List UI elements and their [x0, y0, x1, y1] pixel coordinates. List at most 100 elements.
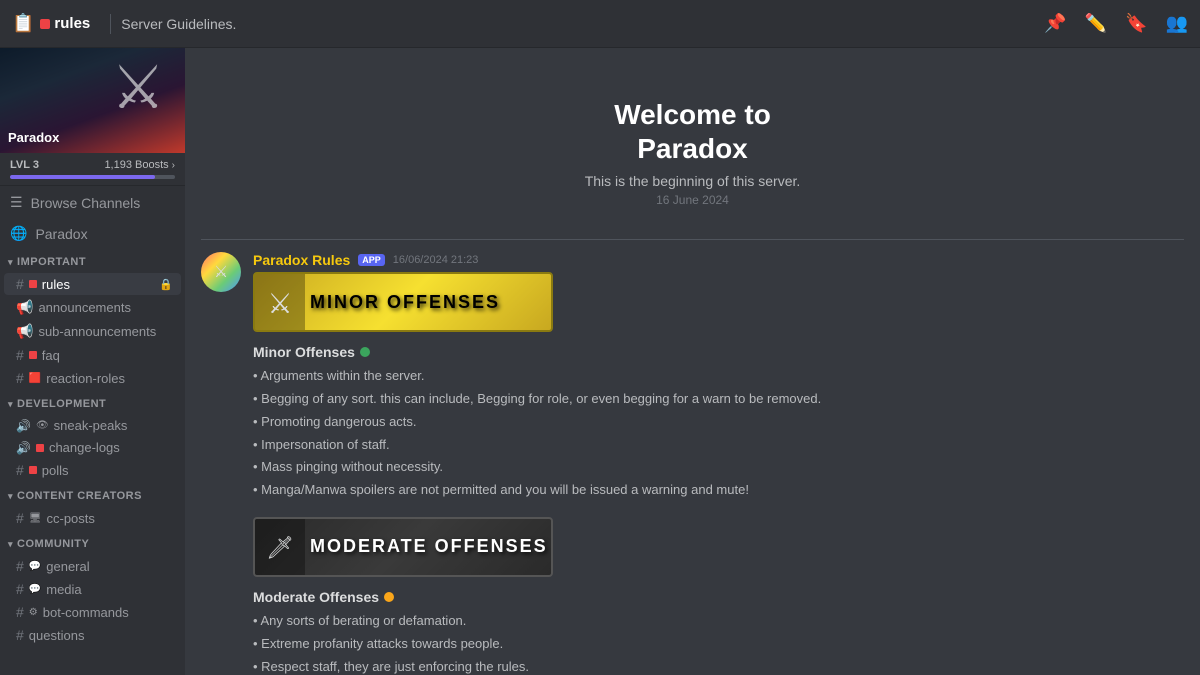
- hash-icon: #: [16, 510, 24, 526]
- bookmark-icon[interactable]: 🔖: [1125, 13, 1147, 34]
- boost-bar: LVL 3 1,193 Boosts ›: [0, 153, 185, 186]
- channel-item-bot-commands[interactable]: # ⚙ bot-commands: [4, 601, 181, 623]
- channel-emoji: 👁: [36, 420, 49, 431]
- welcome-section: Welcome to Paradox This is the beginning…: [201, 68, 1184, 227]
- avatar: ⚔: [201, 252, 241, 292]
- boost-progress-fill: [10, 175, 155, 179]
- edit-icon[interactable]: ✏️: [1085, 13, 1107, 34]
- chat-divider: [201, 239, 1184, 240]
- channel-item-announcements[interactable]: 📢 announcements: [4, 296, 181, 319]
- channel-red-square: [29, 351, 37, 359]
- channel-item-general[interactable]: # 💬 general: [4, 555, 181, 577]
- message-timestamp: 16/06/2024 21:23: [393, 254, 479, 266]
- section-label: DEVELOPMENT: [17, 398, 106, 410]
- message-content: Paradox Rules APP 16/06/2024 21:23 ⚔ MIN…: [253, 252, 1184, 675]
- channel-name: rules: [42, 277, 70, 292]
- channel-name: faq: [42, 348, 60, 363]
- hash-icon: 📋: [12, 13, 34, 34]
- channel-name: media: [46, 582, 81, 597]
- channel-emoji: 💬: [29, 561, 41, 572]
- hash-icon: #: [16, 581, 24, 597]
- chat-area: Welcome to Paradox This is the beginning…: [185, 48, 1200, 675]
- channel-emoji: ⚙: [29, 607, 38, 618]
- hash-icon: #: [16, 604, 24, 620]
- channel-emoji: 💬: [29, 584, 41, 595]
- moderate-offenses-section: Moderate Offenses • Any sorts of beratin…: [253, 589, 893, 675]
- channel-red-square: [29, 280, 37, 288]
- channel-red-square: [29, 466, 37, 474]
- channel-item-cc-posts[interactable]: # 🖥 cc-posts: [4, 507, 181, 529]
- browse-channels-label: Browse Channels: [31, 195, 141, 211]
- section-header-development[interactable]: ▾ DEVELOPMENT: [0, 394, 185, 414]
- channel-item-faq[interactable]: # faq: [4, 344, 181, 366]
- channel-item-questions[interactable]: # questions: [4, 624, 181, 646]
- server-banner: ⚔ Paradox: [0, 48, 185, 153]
- lock-icon: 🔒: [159, 278, 173, 291]
- channel-name: sub-announcements: [38, 324, 156, 339]
- hash-icon: #: [16, 370, 24, 386]
- section-header-community[interactable]: ▾ COMMUNITY: [0, 534, 185, 554]
- channel-red-square: [40, 19, 50, 29]
- banner-character: ⚔: [111, 53, 165, 123]
- hash-icon: #: [16, 276, 24, 292]
- yellow-dot-icon: [384, 592, 394, 602]
- channel-name: reaction-roles: [46, 371, 125, 386]
- server-menu-icon: 🌐: [10, 225, 27, 242]
- channel-item-sneak-peaks[interactable]: 🔊 👁 sneak-peaks: [4, 415, 181, 436]
- section-important: ▾ IMPORTANT # rules 🔒 📢 announcements 📢 …: [0, 252, 185, 390]
- megaphone-icon: 📢: [16, 323, 33, 340]
- section-label: CONTENT CREATORS: [17, 490, 142, 502]
- banner-char-icon: 🗡: [255, 519, 305, 577]
- channel-item-polls[interactable]: # polls: [4, 459, 181, 481]
- section-header-content-creators[interactable]: ▾ CONTENT CREATORS: [0, 486, 185, 506]
- boost-level: LVL 3: [10, 159, 39, 171]
- section-arrow-icon: ▾: [8, 539, 13, 550]
- channel-name: general: [46, 559, 89, 574]
- message: ⚔ Paradox Rules APP 16/06/2024 21:23 ⚔ M…: [201, 252, 1184, 675]
- channel-item-reaction-roles[interactable]: # 🟥 reaction-roles: [4, 367, 181, 389]
- section-community: ▾ COMMUNITY # 💬 general # 💬 media # ⚙ bo…: [0, 534, 185, 647]
- welcome-subtitle: This is the beginning of this server.: [201, 173, 1184, 189]
- channel-emoji: 🖥: [29, 513, 42, 524]
- boost-info: LVL 3 1,193 Boosts ›: [10, 159, 175, 171]
- section-content-creators: ▾ CONTENT CREATORS # 🖥 cc-posts: [0, 486, 185, 530]
- megaphone-icon: 📢: [16, 299, 33, 316]
- main-layout: ⚔ Paradox LVL 3 1,193 Boosts › ☰ Browse …: [0, 48, 1200, 675]
- topbar: 📋 rules Server Guidelines. 📌 ✏️ 🔖 👥: [0, 0, 1200, 48]
- channel-item-media[interactable]: # 💬 media: [4, 578, 181, 600]
- channel-name: polls: [42, 463, 69, 478]
- section-label: IMPORTANT: [17, 256, 86, 268]
- hash-icon: #: [16, 558, 24, 574]
- channel-item-sub-announcements[interactable]: 📢 sub-announcements: [4, 320, 181, 343]
- topbar-divider: [110, 14, 111, 34]
- boost-chevron-icon: ›: [172, 160, 175, 171]
- moderate-offenses-list: • Any sorts of berating or defamation. •…: [253, 611, 893, 675]
- volume-icon: 🔊: [16, 419, 31, 433]
- minor-offenses-list: • Arguments within the server. • Begging…: [253, 366, 893, 501]
- server-menu-item[interactable]: 🌐 Paradox: [0, 219, 185, 248]
- channel-name: bot-commands: [43, 605, 129, 620]
- boost-progress-bar: [10, 175, 175, 179]
- hash-icon: #: [16, 627, 24, 643]
- channel-item-change-logs[interactable]: 🔊 change-logs: [4, 437, 181, 458]
- message-author: Paradox Rules: [253, 252, 350, 268]
- section-arrow-icon: ▾: [8, 257, 13, 268]
- minor-offenses-banner: ⚔ MINOR OFFENSES: [253, 272, 553, 332]
- volume-icon: 🔊: [16, 441, 31, 455]
- welcome-date: 16 June 2024: [201, 193, 1184, 207]
- green-dot-icon: [360, 347, 370, 357]
- moderate-offenses-title: Moderate Offenses: [253, 589, 893, 605]
- members-icon[interactable]: 👥: [1166, 13, 1188, 34]
- section-header-important[interactable]: ▾ IMPORTANT: [0, 252, 185, 272]
- pin-icon[interactable]: 📌: [1044, 13, 1066, 34]
- browse-channels-button[interactable]: ☰ Browse Channels: [0, 186, 185, 219]
- hash-icon: #: [16, 347, 24, 363]
- channel-item-rules[interactable]: # rules 🔒: [4, 273, 181, 295]
- channel-name: sneak-peaks: [54, 418, 128, 433]
- hash-icon: #: [16, 462, 24, 478]
- moderate-offenses-banner: 🗡 MODERATE OFFENSES: [253, 517, 553, 577]
- channel-red-square: [36, 444, 44, 452]
- section-development: ▾ DEVELOPMENT 🔊 👁 sneak-peaks 🔊 change-l…: [0, 394, 185, 482]
- boost-count: 1,193 Boosts ›: [104, 159, 175, 171]
- channel-name: announcements: [38, 300, 131, 315]
